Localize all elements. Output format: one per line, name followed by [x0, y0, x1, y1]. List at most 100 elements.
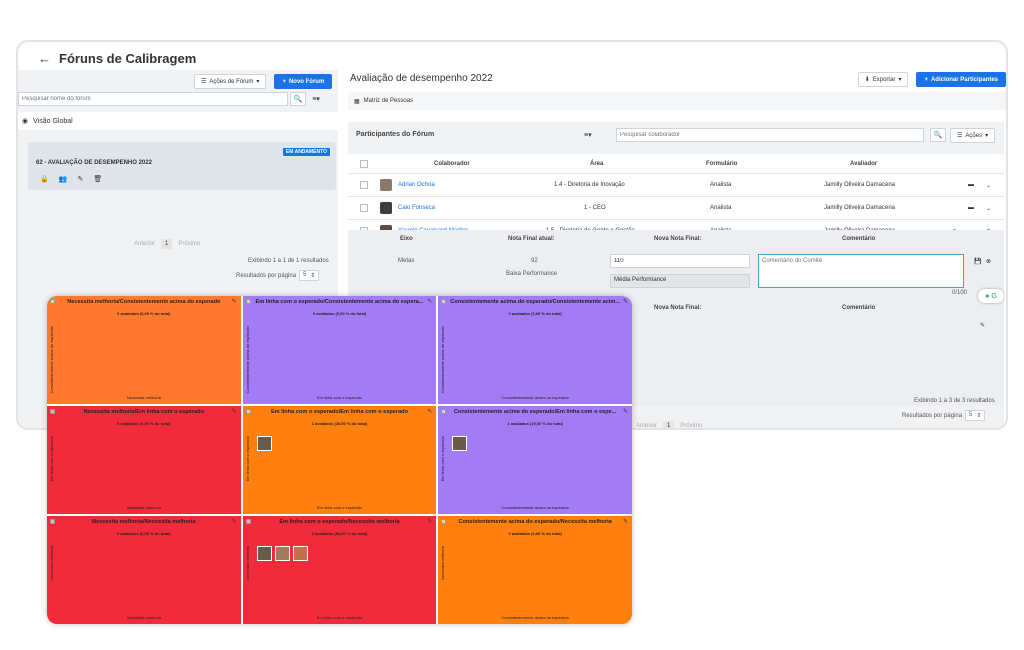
- avatar: [380, 202, 392, 214]
- forum-actions-button[interactable]: ☰ Ações de Fórum ▾: [194, 74, 267, 89]
- pencil-icon[interactable]: ✎: [232, 518, 237, 525]
- cell-checkbox[interactable]: [245, 519, 251, 524]
- cell-people: [452, 436, 468, 451]
- new-score-input[interactable]: [610, 254, 750, 268]
- matrix-cell[interactable]: Em linha com o esperado/Necessita melhor…: [242, 516, 437, 624]
- detail-header-axis: Eixo: [400, 236, 413, 242]
- detail-header-current: Nota Final atual:: [508, 236, 555, 242]
- cell-checkbox[interactable]: [441, 409, 447, 414]
- participant-name-link[interactable]: Caio Fonseca: [398, 205, 435, 211]
- pencil-icon[interactable]: ✎: [623, 518, 628, 525]
- cell-vertical-label: Em linha com o esperado: [440, 436, 446, 482]
- chevron-down-icon[interactable]: ⌄: [986, 205, 991, 212]
- cell-checkbox[interactable]: [50, 299, 55, 304]
- forum-pagination: Anterior 1 Próximo: [134, 239, 200, 249]
- search-icon[interactable]: 🔍: [930, 128, 946, 142]
- pencil-icon[interactable]: ✎: [980, 322, 985, 329]
- users-icon[interactable]: 👥: [59, 175, 68, 183]
- forum-search-input[interactable]: [18, 92, 288, 106]
- export-button[interactable]: ⬇ Exportar ▾: [857, 72, 909, 87]
- matrix-cell[interactable]: Necessita melhoria/Em linha com o espera…: [47, 406, 241, 514]
- assistant-widget[interactable]: ● G: [978, 289, 1004, 303]
- cell-checkbox[interactable]: [441, 299, 447, 304]
- eye-icon: ◉: [22, 118, 29, 125]
- search-icon[interactable]: 🔍: [290, 92, 306, 106]
- participant-name-link[interactable]: Adrian Ochoa: [398, 182, 435, 188]
- page-title: Fóruns de Calibragem: [59, 51, 197, 66]
- matrix-cell[interactable]: Necessita melhoria/Necessita melhoria ✎ 0 …: [47, 516, 241, 624]
- pencil-icon[interactable]: ✎: [623, 298, 628, 305]
- pagination-current-page[interactable]: 1: [663, 421, 675, 428]
- cell-title: Em linha com o esperado/Em linha com o e…: [270, 409, 409, 415]
- person-avatar[interactable]: [452, 436, 468, 451]
- matrix-cell[interactable]: Consistentemente acima do esperado/Neces…: [438, 516, 632, 624]
- forum-card[interactable]: EM ANDAMENTO 62 - AVALIAÇÃO DE DESEMPENH…: [28, 142, 336, 190]
- pagination-prev[interactable]: Anterior: [134, 241, 155, 247]
- pencil-icon[interactable]: ✎: [427, 298, 432, 305]
- global-view-item[interactable]: ◉ Visão Global: [18, 112, 338, 130]
- cell-checkbox[interactable]: [441, 519, 447, 524]
- pagination-prev[interactable]: Anterior: [636, 423, 657, 428]
- cell-people: [256, 546, 308, 561]
- pencil-icon[interactable]: ✎: [232, 408, 237, 415]
- pagination-next[interactable]: Próximo: [178, 241, 200, 247]
- cell-checkbox[interactable]: [50, 409, 55, 414]
- avatar: [380, 179, 392, 191]
- trash-icon[interactable]: 🗑: [93, 175, 102, 183]
- pagination-current-page[interactable]: 1: [161, 239, 173, 249]
- table-row[interactable]: Adrian Ochoa 1.4 - Diretoria de Inovação…: [348, 174, 1004, 197]
- matrix-label: Matriz de Pessoas: [363, 98, 414, 104]
- row-checkbox[interactable]: [360, 204, 368, 212]
- table-header: Colaborador Área Formulário Avaliador: [348, 154, 1004, 174]
- filter-icon[interactable]: ≡▾: [308, 92, 324, 106]
- cell-checkbox[interactable]: [50, 519, 55, 524]
- pencil-icon[interactable]: ✎: [232, 298, 237, 305]
- chevron-down-icon[interactable]: ⌄: [986, 182, 991, 189]
- pencil-icon[interactable]: ✎: [77, 175, 83, 183]
- cell-title: Consistentemente acima do esperado/Consi…: [450, 299, 621, 305]
- export-label: Exportar: [872, 76, 896, 83]
- per-page-select[interactable]: 5 ⇕: [299, 270, 320, 281]
- select-all-checkbox[interactable]: [360, 159, 368, 168]
- global-view-label: Visão Global: [33, 117, 73, 125]
- person-avatar[interactable]: [256, 546, 272, 561]
- forum-search-row: 🔍 ≡▾: [18, 92, 336, 108]
- grammarly-icon: G: [991, 292, 997, 300]
- list-icon: ☰: [957, 133, 963, 139]
- filter-icon[interactable]: ≡▾: [584, 131, 592, 139]
- person-avatar[interactable]: [274, 546, 290, 561]
- cell-checkbox[interactable]: [245, 409, 251, 414]
- matrix-cell[interactable]: Consistentemente acima do esperado/Em li…: [438, 406, 632, 514]
- card-icon[interactable]: ▬: [968, 205, 974, 211]
- matrix-cell[interactable]: Necessita melhoria/Consistentemente acim…: [47, 296, 241, 404]
- matrix-link[interactable]: ▦ Matriz de Pessoas: [348, 92, 1006, 110]
- person-avatar[interactable]: [292, 546, 308, 561]
- person-avatar[interactable]: [256, 436, 272, 451]
- committee-comment-textarea[interactable]: [758, 254, 964, 288]
- lock-icon[interactable]: 🔒: [40, 175, 49, 183]
- matrix-cell[interactable]: Em linha com o esperado/Consistentemente…: [242, 296, 437, 404]
- participant-actions-button[interactable]: ☰ Ações ▾: [950, 128, 996, 143]
- per-page-select[interactable]: 5 ⇕: [965, 410, 986, 421]
- table-row[interactable]: Caio Fonseca 1 - CEO Analista Jamilly Ol…: [348, 197, 1004, 220]
- pencil-icon[interactable]: ✎: [427, 408, 432, 415]
- cell-count: 0 avaliados (0,00 % do total): [508, 311, 562, 316]
- cell-checkbox[interactable]: [245, 299, 251, 304]
- caret-down-icon: ▾: [985, 133, 989, 139]
- matrix-cell[interactable]: Consistentemente acima do esperado/Consi…: [438, 296, 632, 404]
- pencil-icon[interactable]: ✎: [623, 408, 628, 415]
- save-icon[interactable]: 💾: [974, 258, 981, 265]
- participants-title: Participantes do Fórum: [356, 131, 435, 138]
- card-icon[interactable]: ▬: [968, 182, 974, 188]
- pencil-icon[interactable]: ✎: [427, 518, 432, 525]
- matrix-cell[interactable]: Em linha com o esperado/Em linha com o e…: [242, 406, 437, 514]
- cancel-icon[interactable]: ⊗: [986, 258, 991, 265]
- cell-title: Em linha com o esperado/Necessita melhor…: [279, 519, 400, 525]
- new-forum-button[interactable]: + Novo Fórum: [274, 74, 333, 89]
- add-participants-button[interactable]: + Adicionar Participantes: [916, 72, 1006, 87]
- pagination-next[interactable]: Próximo: [680, 423, 702, 428]
- row-checkbox[interactable]: [360, 181, 368, 189]
- participant-search-input[interactable]: [616, 128, 924, 142]
- back-arrow-icon[interactable]: ←: [38, 51, 51, 66]
- people-matrix: Necessita melhoria/Consistentemente acim…: [47, 296, 632, 624]
